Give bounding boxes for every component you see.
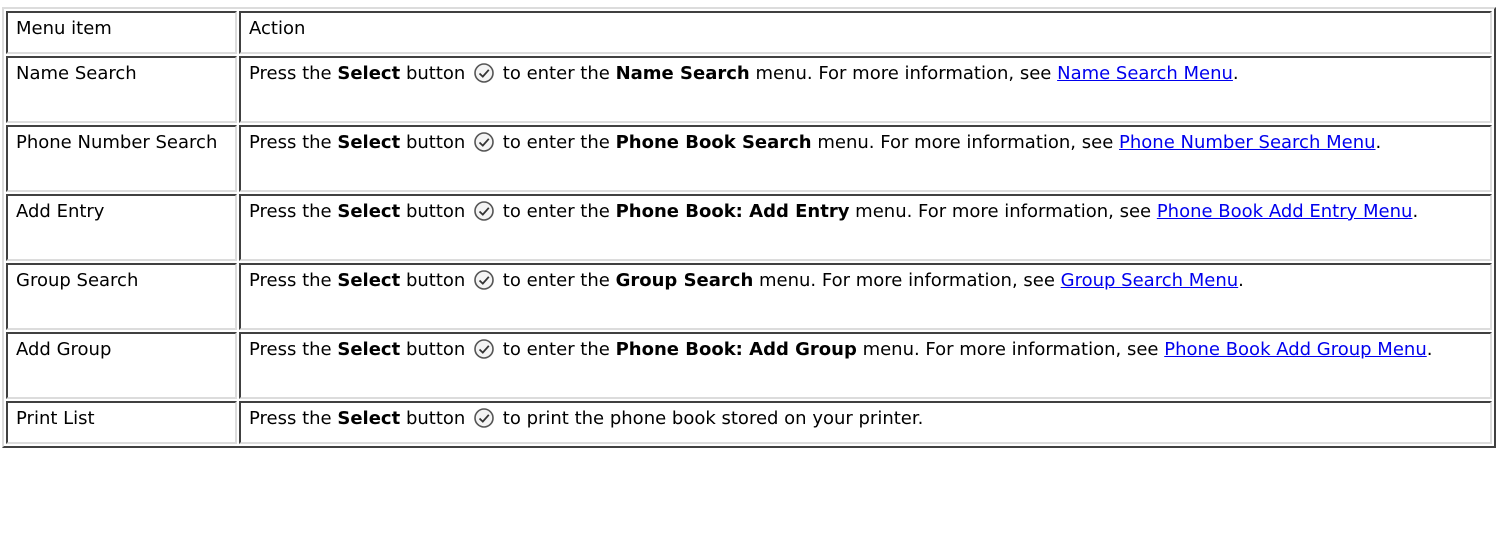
table-row: Add Entry Press the Select button to ent… xyxy=(6,194,1492,261)
menu-item-cell: Group Search xyxy=(6,263,237,330)
header-action: Action xyxy=(239,11,1492,54)
action-cell: Press the Select button to print the pho… xyxy=(239,401,1492,444)
select-checkmark-icon xyxy=(473,62,495,84)
action-cell: Press the Select button to enter the Nam… xyxy=(239,56,1492,123)
table-row: Name Search Press the Select button to e… xyxy=(6,56,1492,123)
select-checkmark-icon xyxy=(473,338,495,360)
select-checkmark-icon xyxy=(473,407,495,429)
link-phone-number-search-menu[interactable]: Phone Number Search Menu xyxy=(1119,132,1376,153)
table-header-row: Menu item Action xyxy=(6,11,1492,54)
table-row: Group Search Press the Select button to … xyxy=(6,263,1492,330)
menu-item-cell: Name Search xyxy=(6,56,237,123)
select-checkmark-icon xyxy=(473,131,495,153)
action-cell: Press the Select button to enter the Gro… xyxy=(239,263,1492,330)
link-name-search-menu[interactable]: Name Search Menu xyxy=(1057,63,1233,84)
menu-item-cell: Add Group xyxy=(6,332,237,399)
table-row: Add Group Press the Select button to ent… xyxy=(6,332,1492,399)
link-phone-book-add-group-menu[interactable]: Phone Book Add Group Menu xyxy=(1164,339,1427,360)
link-phone-book-add-entry-menu[interactable]: Phone Book Add Entry Menu xyxy=(1157,201,1413,222)
select-checkmark-icon xyxy=(473,200,495,222)
action-cell: Press the Select button to enter the Pho… xyxy=(239,194,1492,261)
header-menu-item: Menu item xyxy=(6,11,237,54)
link-group-search-menu[interactable]: Group Search Menu xyxy=(1061,270,1239,291)
menu-item-cell: Phone Number Search xyxy=(6,125,237,192)
select-checkmark-icon xyxy=(473,269,495,291)
menu-item-cell: Print List xyxy=(6,401,237,444)
table-row: Print List Press the Select button to pr… xyxy=(6,401,1492,444)
action-cell: Press the Select button to enter the Pho… xyxy=(239,125,1492,192)
menu-table: Menu item Action Name Search Press the S… xyxy=(2,7,1496,448)
table-row: Phone Number Search Press the Select but… xyxy=(6,125,1492,192)
action-cell: Press the Select button to enter the Pho… xyxy=(239,332,1492,399)
menu-item-cell: Add Entry xyxy=(6,194,237,261)
